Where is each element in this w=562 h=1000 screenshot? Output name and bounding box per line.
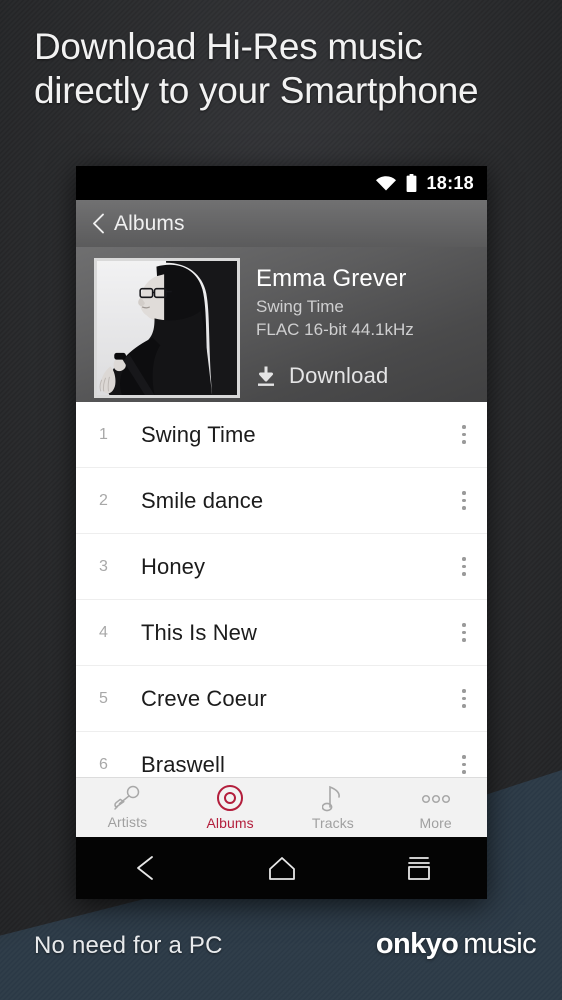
tab-tracks[interactable]: Tracks (282, 784, 385, 831)
android-back-icon[interactable] (76, 854, 213, 882)
microphone-icon (112, 785, 142, 811)
track-number: 2 (99, 491, 108, 509)
music-note-icon (321, 784, 344, 812)
brand-logo-secondary: music (463, 928, 536, 960)
overflow-menu-icon[interactable] (441, 623, 487, 642)
tab-more[interactable]: More (384, 784, 487, 831)
track-number: 6 (99, 755, 108, 773)
table-row[interactable]: 3 Honey (76, 534, 487, 600)
status-bar: 18:18 (76, 166, 487, 200)
track-number: 3 (99, 557, 108, 575)
brand-logo: onkyo music (375, 928, 537, 961)
bottom-tab-bar: Artists Albums Tracks More (76, 777, 487, 837)
download-icon (256, 366, 276, 387)
android-navigation-bar (76, 837, 487, 899)
tab-albums-label: Albums (206, 815, 254, 831)
battery-icon (406, 174, 417, 192)
overflow-menu-icon[interactable] (441, 557, 487, 576)
android-recents-icon[interactable] (350, 854, 487, 882)
tab-artists-label: Artists (107, 814, 148, 830)
track-title: Honey (141, 553, 206, 579)
table-row[interactable]: 1 Swing Time (76, 402, 487, 468)
overflow-menu-icon[interactable] (441, 755, 487, 774)
tab-artists[interactable]: Artists (76, 785, 179, 830)
overflow-menu-icon[interactable] (441, 689, 487, 708)
track-number: 4 (99, 623, 108, 641)
track-title: Swing Time (141, 421, 256, 447)
vinyl-record-icon (216, 784, 244, 812)
promo-footer-tagline: No need for a PC (34, 932, 223, 959)
track-number: 1 (99, 425, 108, 443)
track-title: Smile dance (141, 487, 264, 513)
table-row[interactable]: 4 This Is New (76, 600, 487, 666)
promo-headline: Download Hi-Res music directly to your S… (34, 25, 554, 113)
track-title: Braswell (141, 751, 225, 777)
download-button[interactable]: Download (256, 363, 473, 389)
track-title: Creve Coeur (141, 685, 267, 711)
overflow-menu-icon[interactable] (441, 425, 487, 444)
table-row[interactable]: 5 Creve Coeur (76, 666, 487, 732)
album-header: Emma Grever Swing Time FLAC 16-bit 44.1k… (76, 247, 487, 402)
album-title: Swing Time (256, 297, 344, 316)
album-artwork (94, 258, 240, 398)
album-format: FLAC 16-bit 44.1kHz (256, 320, 414, 339)
android-home-icon[interactable] (213, 854, 350, 882)
brand-logo-primary: onkyo (375, 928, 459, 960)
tab-more-label: More (419, 815, 452, 831)
track-title: This Is New (141, 619, 258, 645)
wifi-icon (375, 175, 397, 191)
album-artist: Emma Grever (256, 265, 407, 292)
tab-tracks-label: Tracks (311, 815, 354, 831)
download-label: Download (289, 363, 389, 388)
table-row[interactable]: 2 Smile dance (76, 468, 487, 534)
chevron-left-icon[interactable] (92, 213, 105, 234)
status-bar-clock: 18:18 (426, 172, 474, 193)
promo-headline-line-2: directly to your Smartphone (34, 70, 479, 111)
promo-headline-line-1: Download Hi-Res music (34, 26, 423, 67)
track-number: 5 (99, 689, 108, 707)
phone-mockup: 18:18 Albums Emma Grever Swing Time FLAC… (76, 166, 487, 899)
tab-albums[interactable]: Albums (179, 784, 282, 831)
album-metadata: Emma Grever Swing Time FLAC 16-bit 44.1k… (256, 258, 473, 392)
overflow-menu-icon[interactable] (441, 491, 487, 510)
action-bar[interactable]: Albums (76, 200, 487, 247)
more-dots-icon (420, 784, 452, 812)
action-bar-title: Albums (114, 211, 185, 235)
